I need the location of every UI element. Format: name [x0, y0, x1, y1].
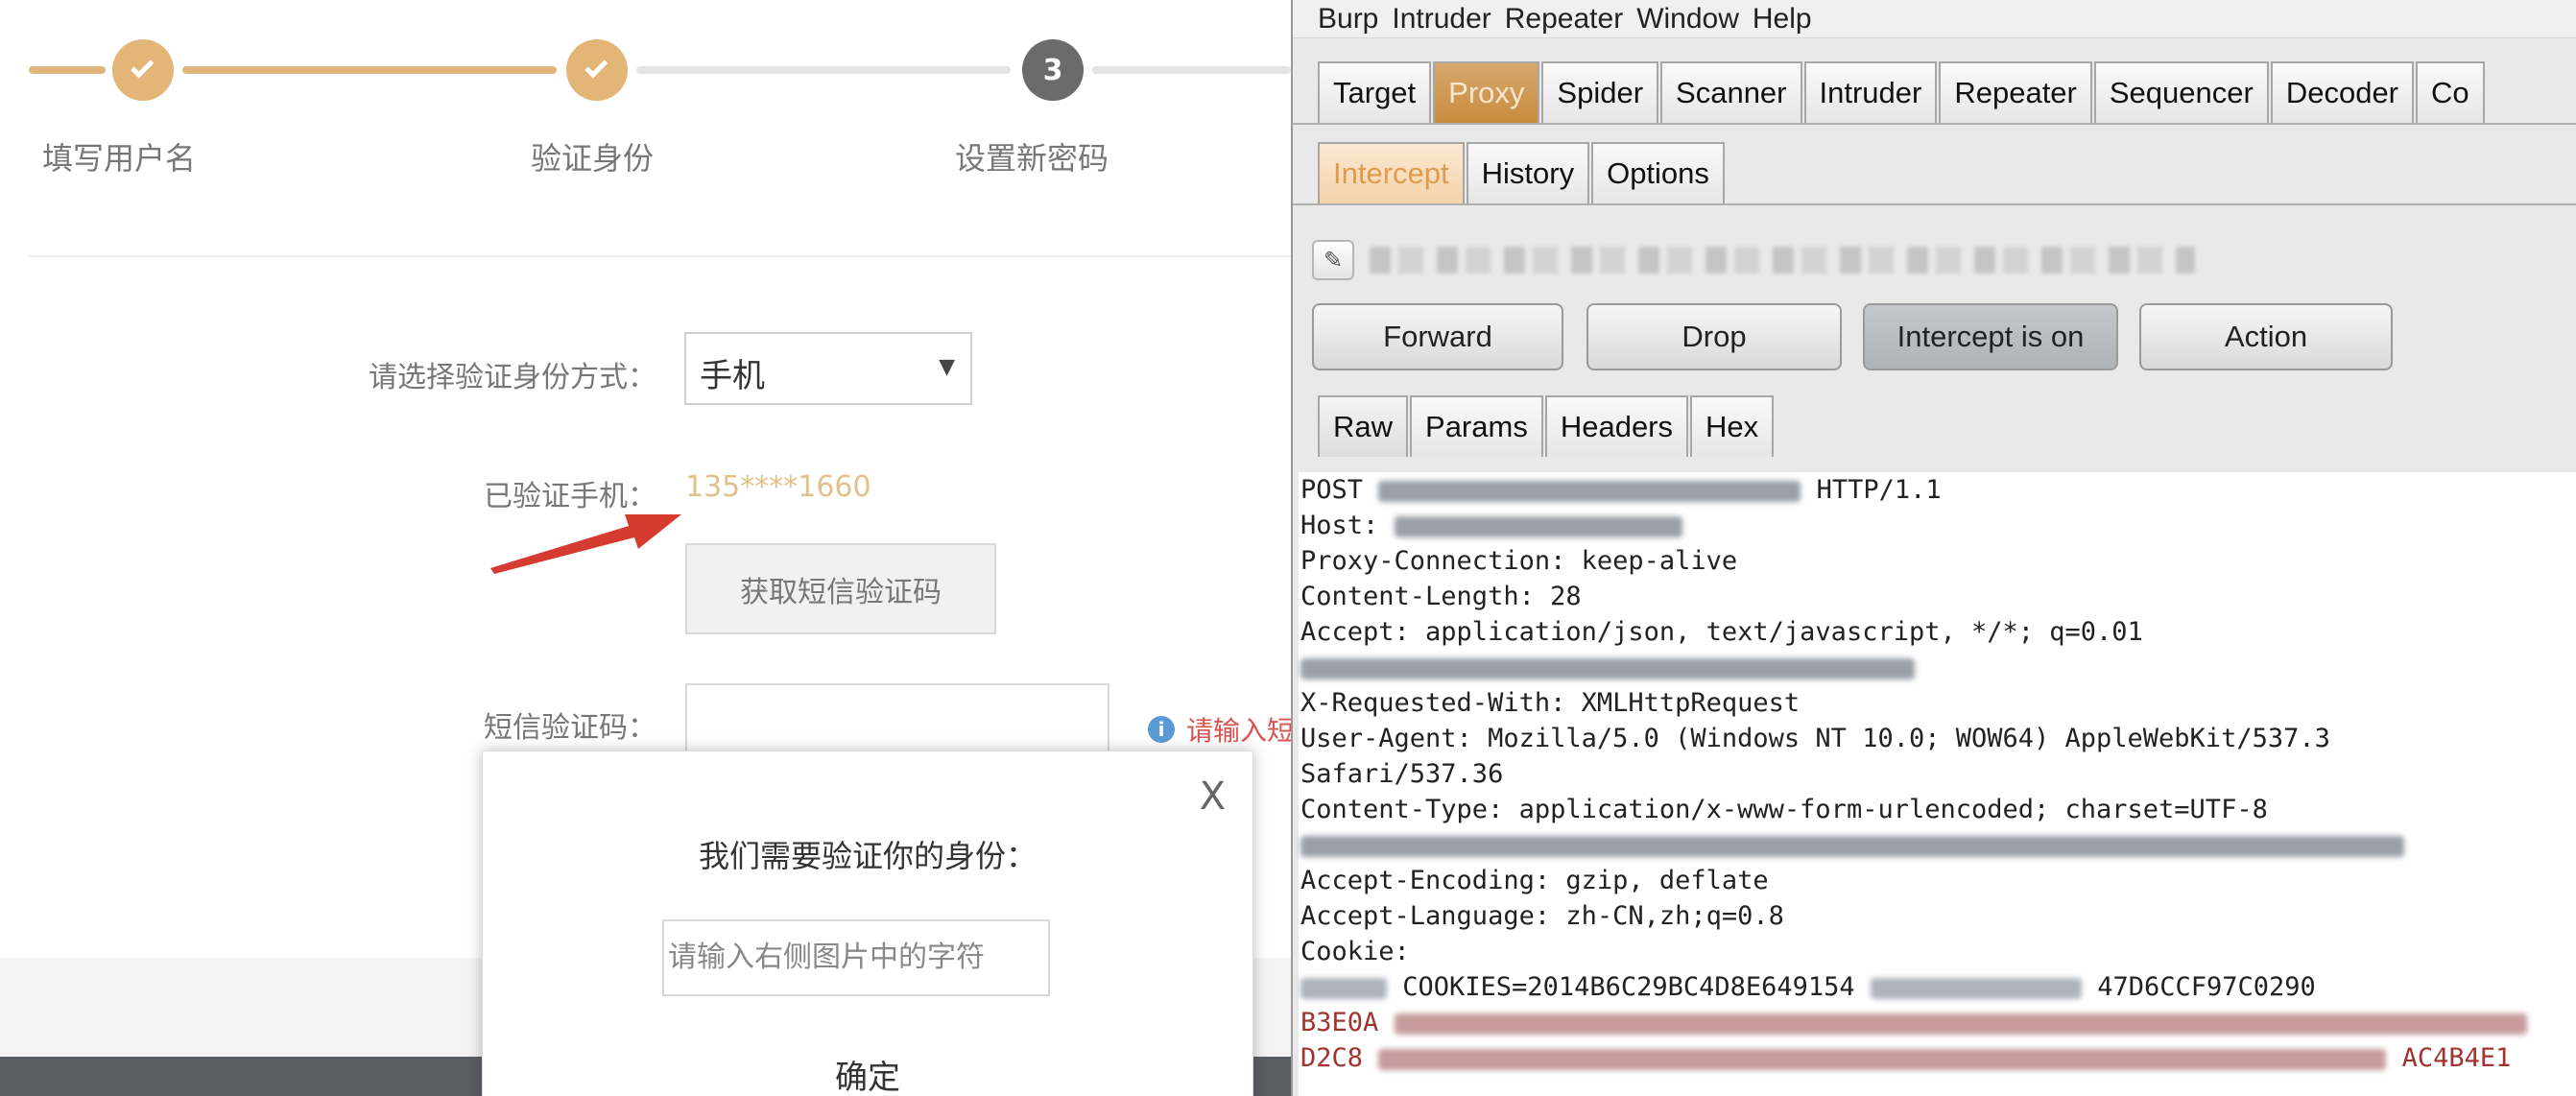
sms-hint-text: 请输入短 [1186, 715, 1291, 747]
redacted-cookie-line-2 [1394, 1013, 2527, 1035]
cookie-fragment-ac: AC4B4E1 [2401, 1043, 2512, 1073]
progress-line-2 [182, 66, 557, 74]
cookie-fragment-2: 47D6CCF97C0290 [2097, 972, 2316, 1002]
check-icon [131, 55, 155, 79]
verified-phone-value: 135****1660 [685, 470, 871, 504]
step-1-done [112, 39, 174, 101]
progress-line-3 [636, 66, 1011, 74]
request-target-redacted [1370, 247, 2195, 274]
menu-window[interactable]: Window [1636, 3, 1739, 36]
close-icon[interactable]: X [1200, 774, 1226, 819]
referer-header-redacted [1300, 827, 2576, 863]
modal-title: 我们需要验证你的身份： [698, 838, 1037, 874]
cookie-fragment-b3: B3E0A [1300, 1008, 1379, 1037]
sms-code-input[interactable] [685, 683, 1109, 760]
message-view-tabs: Raw Params Headers Hex [1318, 395, 1776, 457]
tab-repeater[interactable]: Repeater [1939, 61, 2092, 123]
step-label-1: 填写用户名 [42, 140, 197, 177]
pencil-icon[interactable]: ✎ [1312, 240, 1354, 280]
tab-comparer[interactable]: Co [2416, 61, 2485, 123]
host-header: Host: [1300, 508, 2576, 543]
origin-header-redacted [1300, 650, 2576, 685]
menu-intruder[interactable]: Intruder [1392, 3, 1491, 36]
menu-help[interactable]: Help [1753, 3, 1812, 36]
info-icon: i [1148, 716, 1175, 743]
cookie-value-line-1: COOKIES=2014B6C29BC4D8E649154 47D6CCF97C… [1300, 969, 2576, 1005]
confirm-button[interactable]: 确定 [483, 1051, 1252, 1096]
divider [29, 255, 1291, 257]
burp-window: Burp Intruder Repeater Window Help Targe… [1291, 0, 2576, 1096]
request-method: POST [1300, 475, 1364, 505]
redacted-cookie-mid [1870, 977, 2082, 999]
redacted-cookie-prefix [1300, 977, 1387, 999]
tab-intruder[interactable]: Intruder [1803, 61, 1938, 123]
request-protocol: HTTP/1.1 [1816, 475, 1942, 505]
user-agent-header: User-Agent: Mozilla/5.0 (Windows NT 10.0… [1300, 724, 2330, 753]
tab-options[interactable]: Options [1591, 142, 1725, 203]
captcha-modal: X 我们需要验证你的身份： 确定 [482, 751, 1253, 1096]
sms-hint: i 请输入短 [1148, 710, 1291, 749]
tab-sequencer[interactable]: Sequencer [2093, 61, 2269, 123]
user-agent-continued: Safari/537.36 [1300, 759, 1504, 789]
content-type-header: Content-Type: application/x-www-form-url… [1300, 795, 2268, 824]
step-label-3: 设置新密码 [955, 140, 1109, 177]
menu-bar: Burp Intruder Repeater Window Help [1293, 0, 2576, 38]
dropdown-arrow-icon: ▼ [939, 355, 955, 379]
verify-method-select[interactable]: 手机 ▼ [684, 332, 972, 405]
web-page: 3 填写用户名 验证身份 设置新密码 请选择验证身份方式： 手机 ▼ 已验证手机… [0, 0, 1291, 1096]
menu-repeater[interactable]: Repeater [1505, 3, 1623, 36]
redacted-path [1378, 480, 1801, 502]
accept-language-header: Accept-Language: zh-CN,zh;q=0.8 [1300, 901, 1784, 931]
action-button[interactable]: Action [2139, 303, 2393, 370]
drop-button[interactable]: Drop [1586, 303, 1842, 370]
redacted-cookie-line-3 [1378, 1048, 2387, 1070]
proxy-sub-tabs: Intercept History Options [1318, 142, 1727, 203]
tab-spider[interactable]: Spider [1541, 61, 1659, 123]
cookie-fragment: COOKIES=2014B6C29BC4D8E649154 [1402, 972, 1855, 1002]
verify-method-label: 请选择验证身份方式： [369, 361, 656, 394]
proxy-connection-header: Proxy-Connection: keep-alive [1300, 546, 1738, 576]
cookie-value-line-3: D2C8 AC4B4E1 [1300, 1040, 2576, 1076]
tab-raw[interactable]: Raw [1318, 395, 1409, 457]
cookie-header: Cookie: [1300, 937, 1410, 966]
host-label: Host: [1300, 511, 1379, 540]
redacted-host [1394, 515, 1682, 537]
tab-target[interactable]: Target [1318, 61, 1432, 123]
main-tabs: Target Proxy Spider Scanner Intruder Rep… [1318, 61, 2487, 123]
tab-headers[interactable]: Headers [1544, 395, 1689, 457]
redacted-origin [1300, 657, 1915, 679]
progress-line-4 [1092, 66, 1291, 74]
progress-line-1 [29, 66, 106, 74]
sms-code-label: 短信验证码： [484, 711, 656, 745]
tab-hex[interactable]: Hex [1690, 395, 1775, 457]
verify-method-value: 手机 [700, 357, 765, 395]
captcha-input[interactable] [662, 919, 1050, 996]
tab-history[interactable]: History [1466, 142, 1590, 203]
step-3-current: 3 [1022, 39, 1084, 101]
step-label-2: 验证身份 [531, 140, 655, 177]
accept-header: Accept: application/json, text/javascrip… [1300, 617, 2143, 647]
step-2-done [566, 39, 628, 101]
main-tabs-border [1293, 123, 2576, 125]
cookie-value-line-2: B3E0A [1300, 1005, 2576, 1040]
intercept-toggle-button[interactable]: Intercept is on [1863, 303, 2118, 370]
tab-params[interactable]: Params [1410, 395, 1543, 457]
request-line: POST HTTP/1.1 [1300, 472, 2576, 508]
tab-decoder[interactable]: Decoder [2270, 61, 2415, 123]
raw-request-editor[interactable]: POST HTTP/1.1 Host: Proxy-Connection: ke… [1299, 472, 2576, 1096]
accept-encoding-header: Accept-Encoding: gzip, deflate [1300, 866, 1769, 895]
get-sms-code-button[interactable]: 获取短信验证码 [685, 543, 996, 634]
annotation-arrow-icon [490, 514, 681, 574]
cookie-fragment-d2: D2C8 [1300, 1043, 1364, 1073]
x-requested-with-header: X-Requested-With: XMLHttpRequest [1300, 688, 1801, 718]
tab-intercept[interactable]: Intercept [1318, 142, 1465, 203]
redacted-referer [1300, 835, 2404, 857]
tab-proxy[interactable]: Proxy [1433, 61, 1540, 123]
check-icon [584, 55, 608, 79]
content-length-header: Content-Length: 28 [1300, 582, 1582, 611]
forward-button[interactable]: Forward [1312, 303, 1563, 370]
tab-scanner[interactable]: Scanner [1660, 61, 1802, 123]
menu-burp[interactable]: Burp [1318, 3, 1378, 36]
sub-tabs-border [1293, 203, 2576, 205]
